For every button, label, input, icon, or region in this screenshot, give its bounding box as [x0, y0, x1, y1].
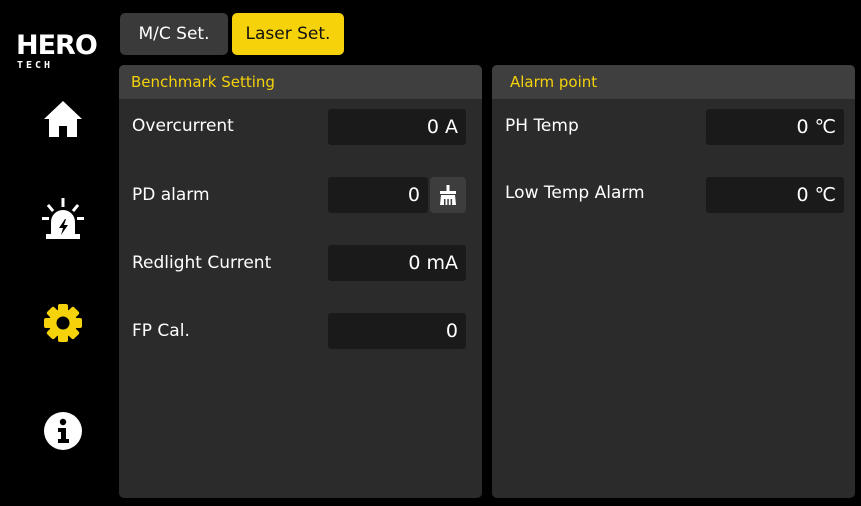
- overcurrent-field[interactable]: 0 A: [328, 109, 466, 145]
- logo-sub-text: TECH: [17, 60, 54, 71]
- tab-mc-set[interactable]: M/C Set.: [120, 13, 228, 55]
- pd-alarm-label: PD alarm: [132, 185, 210, 205]
- ph-temp-label: PH Temp: [505, 116, 579, 136]
- low-temp-alarm-label: Low Temp Alarm: [505, 183, 645, 203]
- fp-cal-field[interactable]: 0: [328, 313, 466, 349]
- home-icon: [44, 101, 82, 137]
- panel-header: Alarm point: [492, 65, 855, 99]
- panel-title: Benchmark Setting: [131, 73, 275, 91]
- ph-temp-field[interactable]: 0 ℃: [706, 109, 844, 145]
- fp-cal-label: FP Cal.: [132, 321, 190, 341]
- benchmark-setting-panel: Benchmark Setting Overcurrent 0 A PD ala…: [119, 65, 482, 498]
- pd-alarm-field[interactable]: 0: [328, 177, 428, 213]
- brand-logo: HERO TECH: [16, 32, 106, 72]
- logo-main-text: HERO: [16, 30, 98, 61]
- nav-alarm[interactable]: [39, 194, 87, 242]
- panel-title: Alarm point: [510, 73, 598, 91]
- overcurrent-label: Overcurrent: [132, 116, 234, 136]
- redlight-current-field[interactable]: 0 mA: [328, 245, 466, 281]
- redlight-current-label: Redlight Current: [132, 253, 272, 273]
- low-temp-alarm-field[interactable]: 0 ℃: [706, 177, 844, 213]
- alarm-light-icon: [42, 198, 84, 239]
- info-icon: [44, 412, 82, 450]
- panel-header: Benchmark Setting: [119, 65, 482, 99]
- nav-info[interactable]: [39, 407, 87, 455]
- tab-laser-set[interactable]: Laser Set.: [232, 13, 344, 55]
- nav-settings[interactable]: [39, 299, 87, 347]
- screen: HERO TECH M/C Set. Laser Set. Benchmark …: [0, 0, 861, 506]
- broom-icon: [440, 185, 456, 205]
- alarm-point-panel: Alarm point PH Temp 0 ℃ Low Temp Alarm 0…: [492, 65, 855, 498]
- pd-alarm-clear-button[interactable]: [430, 177, 466, 213]
- nav-home[interactable]: [39, 95, 87, 143]
- gear-icon: [44, 304, 82, 342]
